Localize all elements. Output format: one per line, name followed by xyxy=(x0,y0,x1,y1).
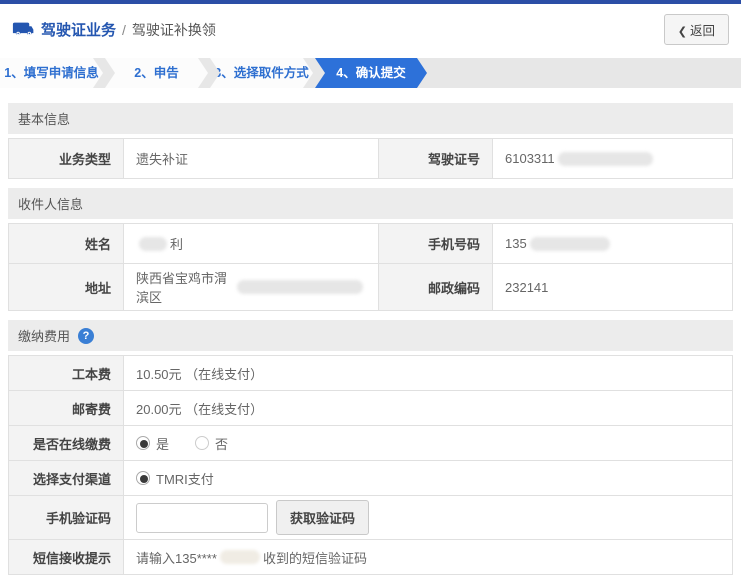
back-button-label: 返回 xyxy=(689,24,715,38)
cost-fee-label: 工本费 xyxy=(9,356,124,390)
step-tab-4-active[interactable]: 4、确认提交 xyxy=(315,58,427,88)
breadcrumb: 驾驶证补换领 xyxy=(131,21,216,38)
cost-fee-value: 10.50元 （在线支付） xyxy=(136,366,264,382)
help-icon[interactable]: ? xyxy=(78,327,95,344)
page-title: 驾驶证业务 xyxy=(41,22,117,39)
radio-unchecked-icon xyxy=(195,436,210,450)
redacted-blur xyxy=(529,236,610,251)
table-row: 手机验证码 获取验证码 xyxy=(9,496,732,540)
license-no-value: 6103311 xyxy=(493,139,732,178)
table-row: 工本费 10.50元 （在线支付） xyxy=(9,356,732,391)
business-type-value: 遗失补证 xyxy=(136,152,189,167)
redacted-blur xyxy=(557,151,653,166)
redacted-blur xyxy=(139,236,167,251)
payment-channel-options: TMRI支付 xyxy=(124,461,732,495)
postage-fee-label: 邮寄费 xyxy=(9,391,124,425)
redacted-blur xyxy=(219,550,260,564)
radio-no-label: 否 xyxy=(215,436,229,452)
back-button[interactable]: ❮ 返回 xyxy=(663,14,729,45)
form-content: 基本信息 业务类型 遗失补证 驾驶证号 6103311 收件人信息 姓名 利 手… xyxy=(0,88,741,575)
name-label: 姓名 xyxy=(9,224,124,263)
recipient-info-title: 收件人信息 xyxy=(18,197,84,212)
step-tab-2[interactable]: 2、申告 xyxy=(105,58,208,88)
sms-hint-label: 短信接收提示 xyxy=(9,540,124,574)
section-header-recipient-info: 收件人信息 xyxy=(8,188,733,219)
postcode-label: 邮政编码 xyxy=(378,264,493,310)
basic-info-title: 基本信息 xyxy=(18,112,71,127)
step-tab-1[interactable]: 1、填写申请信息 xyxy=(0,58,103,88)
chevron-left-icon: ❮ xyxy=(677,26,687,38)
postcode-value: 232141 xyxy=(505,279,549,295)
basic-info-table: 业务类型 遗失补证 驾驶证号 6103311 xyxy=(8,138,733,179)
section-header-basic-info: 基本信息 xyxy=(8,103,733,134)
redacted-blur xyxy=(237,280,363,294)
sms-code-label: 手机验证码 xyxy=(9,496,124,539)
radio-tmri-pay[interactable]: TMRI支付 xyxy=(136,469,214,488)
radio-online-pay-no[interactable]: 否 xyxy=(195,434,228,453)
table-row: 选择支付渠道 TMRI支付 xyxy=(9,461,732,496)
sms-hint-text: 请输入135**** 收到的短信验证码 xyxy=(136,550,367,566)
online-pay-label: 是否在线缴费 xyxy=(9,426,124,460)
name-value: 利 xyxy=(124,224,378,263)
get-code-button[interactable]: 获取验证码 xyxy=(276,500,370,535)
step-progress-bar: 1、填写申请信息 2、申告 3、选择取件方式 4、确认提交 xyxy=(0,58,741,88)
sms-code-field-group: 获取验证码 xyxy=(124,496,732,539)
table-row: 姓名 利 手机号码 135 xyxy=(9,224,732,264)
table-row: 是否在线缴费 是 否 xyxy=(9,426,732,461)
radio-tmri-label: TMRI支付 xyxy=(156,471,214,487)
license-no-label: 驾驶证号 xyxy=(378,139,493,178)
address-value: 陕西省宝鸡市渭滨区 xyxy=(124,264,378,310)
car-icon xyxy=(12,22,34,37)
payment-title: 缴纳费用 xyxy=(18,329,71,344)
payment-table: 工本费 10.50元 （在线支付） 邮寄费 20.00元 （在线支付） 是否在线… xyxy=(8,355,733,575)
business-type-label: 业务类型 xyxy=(9,139,124,178)
breadcrumb-separator: / xyxy=(122,21,126,38)
radio-online-pay-yes[interactable]: 是 xyxy=(136,434,169,453)
payment-channel-label: 选择支付渠道 xyxy=(9,461,124,495)
step-tab-3[interactable]: 3、选择取件方式 xyxy=(210,58,313,88)
radio-checked-icon xyxy=(136,436,150,450)
table-row: 短信接收提示 请输入135**** 收到的短信验证码 xyxy=(9,540,732,575)
radio-yes-label: 是 xyxy=(156,436,170,452)
recipient-info-table: 姓名 利 手机号码 135 地址 陕西省宝鸡市渭滨区 邮政编码 232141 xyxy=(8,223,733,311)
phone-label: 手机号码 xyxy=(378,224,493,263)
table-row: 邮寄费 20.00元 （在线支付） xyxy=(9,391,732,426)
address-label: 地址 xyxy=(9,264,124,310)
radio-checked-icon xyxy=(136,471,150,485)
section-header-payment: 缴纳费用 ? xyxy=(8,320,733,351)
table-row: 地址 陕西省宝鸡市渭滨区 邮政编码 232141 xyxy=(9,264,732,311)
sms-code-input[interactable] xyxy=(136,502,268,533)
phone-value: 135 xyxy=(493,224,732,263)
online-pay-options: 是 否 xyxy=(124,426,732,460)
postage-fee-value: 20.00元 （在线支付） xyxy=(136,401,264,417)
app-header: 驾驶证业务 / 驾驶证补换领 ❮ 返回 xyxy=(0,4,741,54)
table-row: 业务类型 遗失补证 驾驶证号 6103311 xyxy=(9,139,732,179)
